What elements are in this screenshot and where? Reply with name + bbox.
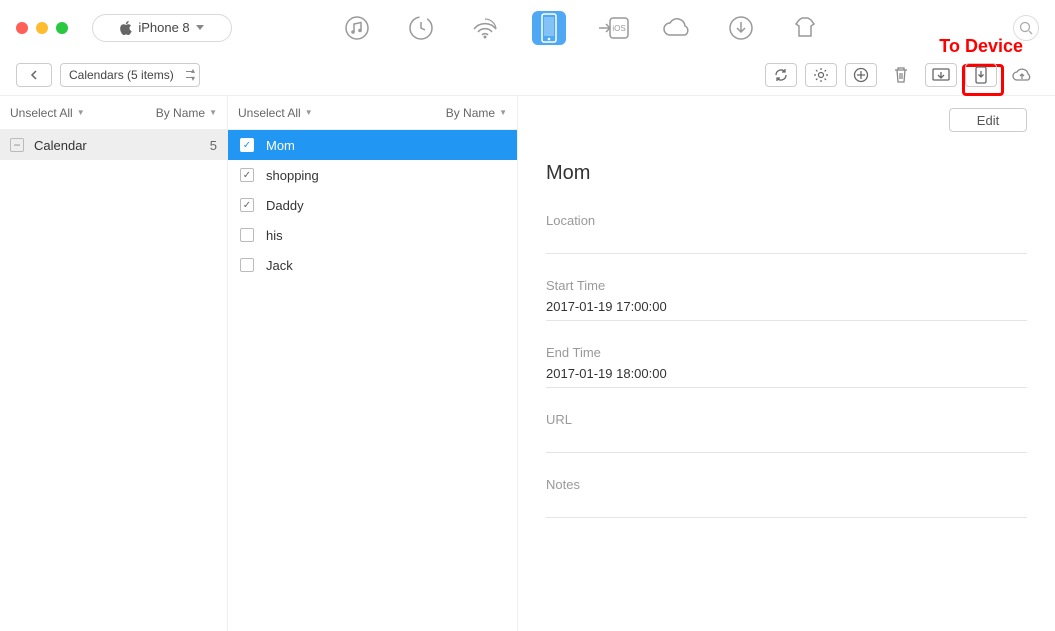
search-icon [1019, 21, 1033, 35]
edit-label: Edit [977, 113, 999, 128]
calendar-name: Calendar [34, 138, 87, 153]
url-label: URL [546, 412, 1027, 427]
window-controls [16, 22, 68, 34]
notes-label: Notes [546, 477, 1027, 492]
location-label: Location [546, 213, 1027, 228]
plus-circle-icon [853, 67, 869, 83]
edit-button[interactable]: Edit [949, 108, 1027, 132]
col2-sort[interactable]: By Name ▼ [446, 106, 507, 120]
to-device-button[interactable] [965, 63, 997, 87]
event-checkbox[interactable] [240, 198, 254, 212]
start-time-label: Start Time [546, 278, 1027, 293]
ios-tab-icon[interactable]: iOS [596, 11, 630, 45]
col1-unselect-label: Unselect All [10, 106, 73, 120]
to-mac-icon [932, 68, 950, 82]
search-button[interactable] [1013, 15, 1039, 41]
shirt-tab-icon[interactable] [788, 11, 822, 45]
col1-sort-label: By Name [156, 106, 205, 120]
chevron-down-icon [196, 25, 204, 30]
start-time-value: 2017-01-19 17:00:00 [546, 299, 1027, 321]
add-button[interactable] [845, 63, 877, 87]
wifi-tab-icon[interactable] [468, 11, 502, 45]
chevron-left-icon [29, 70, 39, 80]
url-value [546, 433, 1027, 453]
gear-icon [813, 67, 829, 83]
device-selector[interactable]: iPhone 8 [92, 14, 232, 42]
maximize-window-button[interactable] [56, 22, 68, 34]
phone-tab-icon[interactable] [532, 11, 566, 45]
col2-unselect-label: Unselect All [238, 106, 301, 120]
category-selector[interactable]: Calendars (5 items) ▴▾ [60, 63, 200, 87]
event-checkbox[interactable] [240, 258, 254, 272]
calendar-row[interactable]: − Calendar 5 [0, 130, 227, 160]
refresh-button[interactable] [765, 63, 797, 87]
to-device-icon [974, 66, 988, 84]
cloud-upload-icon [1011, 67, 1033, 83]
event-name: his [266, 228, 283, 243]
event-row[interactable]: Jack [228, 250, 517, 280]
trash-icon [893, 66, 909, 84]
dropdown-icon: ▼ [77, 108, 85, 117]
device-label: iPhone 8 [138, 20, 189, 35]
col1-unselect-all[interactable]: Unselect All ▼ [10, 106, 85, 120]
cloud-tab-icon[interactable] [660, 11, 694, 45]
apple-icon [120, 21, 132, 35]
event-name: Daddy [266, 198, 304, 213]
stepper-icon: ▴▾ [191, 67, 195, 83]
event-checkbox[interactable] [240, 228, 254, 242]
event-row[interactable]: Daddy [228, 190, 517, 220]
dropdown-icon: ▼ [499, 108, 507, 117]
to-mac-button[interactable] [925, 63, 957, 87]
download-tab-icon[interactable] [724, 11, 758, 45]
event-name: Jack [266, 258, 293, 273]
backup-tab-icon[interactable] [404, 11, 438, 45]
end-time-value: 2017-01-19 18:00:00 [546, 366, 1027, 388]
dropdown-icon: ▼ [305, 108, 313, 117]
col2-sort-label: By Name [446, 106, 495, 120]
back-button[interactable] [16, 63, 52, 87]
event-checkbox[interactable] [240, 138, 254, 152]
event-name: shopping [266, 168, 319, 183]
minimize-window-button[interactable] [36, 22, 48, 34]
end-time-label: End Time [546, 345, 1027, 360]
col1-sort[interactable]: By Name ▼ [156, 106, 217, 120]
close-window-button[interactable] [16, 22, 28, 34]
music-tab-icon[interactable] [340, 11, 374, 45]
category-label: Calendars (5 items) [69, 68, 174, 82]
to-cloud-button[interactable] [1005, 63, 1039, 87]
event-name: Mom [266, 138, 295, 153]
event-row[interactable]: Mom [228, 130, 517, 160]
col2-unselect-all[interactable]: Unselect All ▼ [238, 106, 313, 120]
dropdown-icon: ▼ [209, 108, 217, 117]
notes-value [546, 498, 1027, 518]
refresh-icon [773, 68, 789, 82]
event-title: Mom [546, 162, 1027, 185]
settings-button[interactable] [805, 63, 837, 87]
calendar-count: 5 [210, 138, 217, 153]
location-value [546, 234, 1027, 254]
delete-button[interactable] [885, 63, 917, 87]
event-row[interactable]: his [228, 220, 517, 250]
event-checkbox[interactable] [240, 168, 254, 182]
event-row[interactable]: shopping [228, 160, 517, 190]
svg-text:iOS: iOS [612, 24, 625, 33]
collapse-icon[interactable]: − [10, 138, 24, 152]
